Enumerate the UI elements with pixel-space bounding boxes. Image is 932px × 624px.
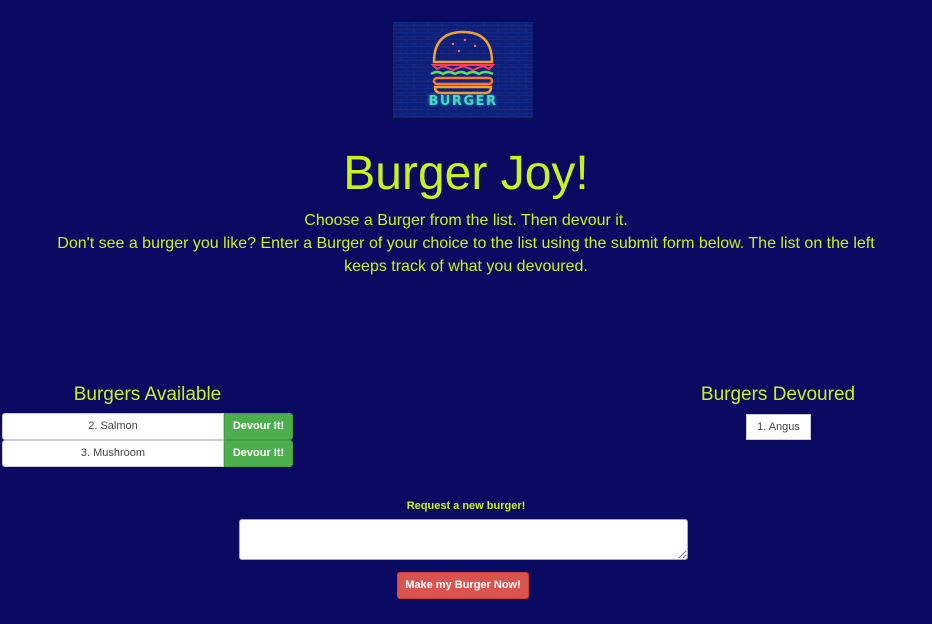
logo-text: BURGER — [428, 94, 498, 109]
available-heading: Burgers Available — [73, 384, 222, 405]
burger-name: 3. Mushroom — [2, 440, 224, 467]
list-item: 2. Salmon Devour It! — [2, 413, 293, 440]
available-list: 2. Salmon Devour It! 3. Mushroom Devour … — [2, 413, 293, 467]
burger-logo: BURGER — [392, 21, 534, 119]
list-item: 3. Mushroom Devour It! — [2, 440, 293, 467]
description-line-2: Don't see a burger you like? Enter a Bur… — [57, 235, 875, 275]
page-title: Burger Joy! — [343, 147, 589, 200]
burger-request-input[interactable] — [239, 519, 688, 560]
burger-name: 2. Salmon — [2, 413, 224, 440]
description-line-1: Choose a Burger from the list. Then devo… — [304, 212, 628, 229]
page: BURGER Burger Joy! Choose a Burger from … — [0, 0, 932, 624]
request-label: Request a new burger! — [406, 500, 526, 512]
devoured-heading: Burgers Devoured — [700, 384, 856, 405]
devoured-list: 1. Angus — [746, 414, 811, 440]
devour-button[interactable]: Devour It! — [224, 413, 293, 440]
make-burger-button[interactable]: Make my Burger Now! — [397, 572, 529, 599]
list-item: 1. Angus — [746, 414, 811, 440]
page-description: Choose a Burger from the list. Then devo… — [40, 209, 892, 278]
devour-button[interactable]: Devour It! — [224, 440, 293, 467]
